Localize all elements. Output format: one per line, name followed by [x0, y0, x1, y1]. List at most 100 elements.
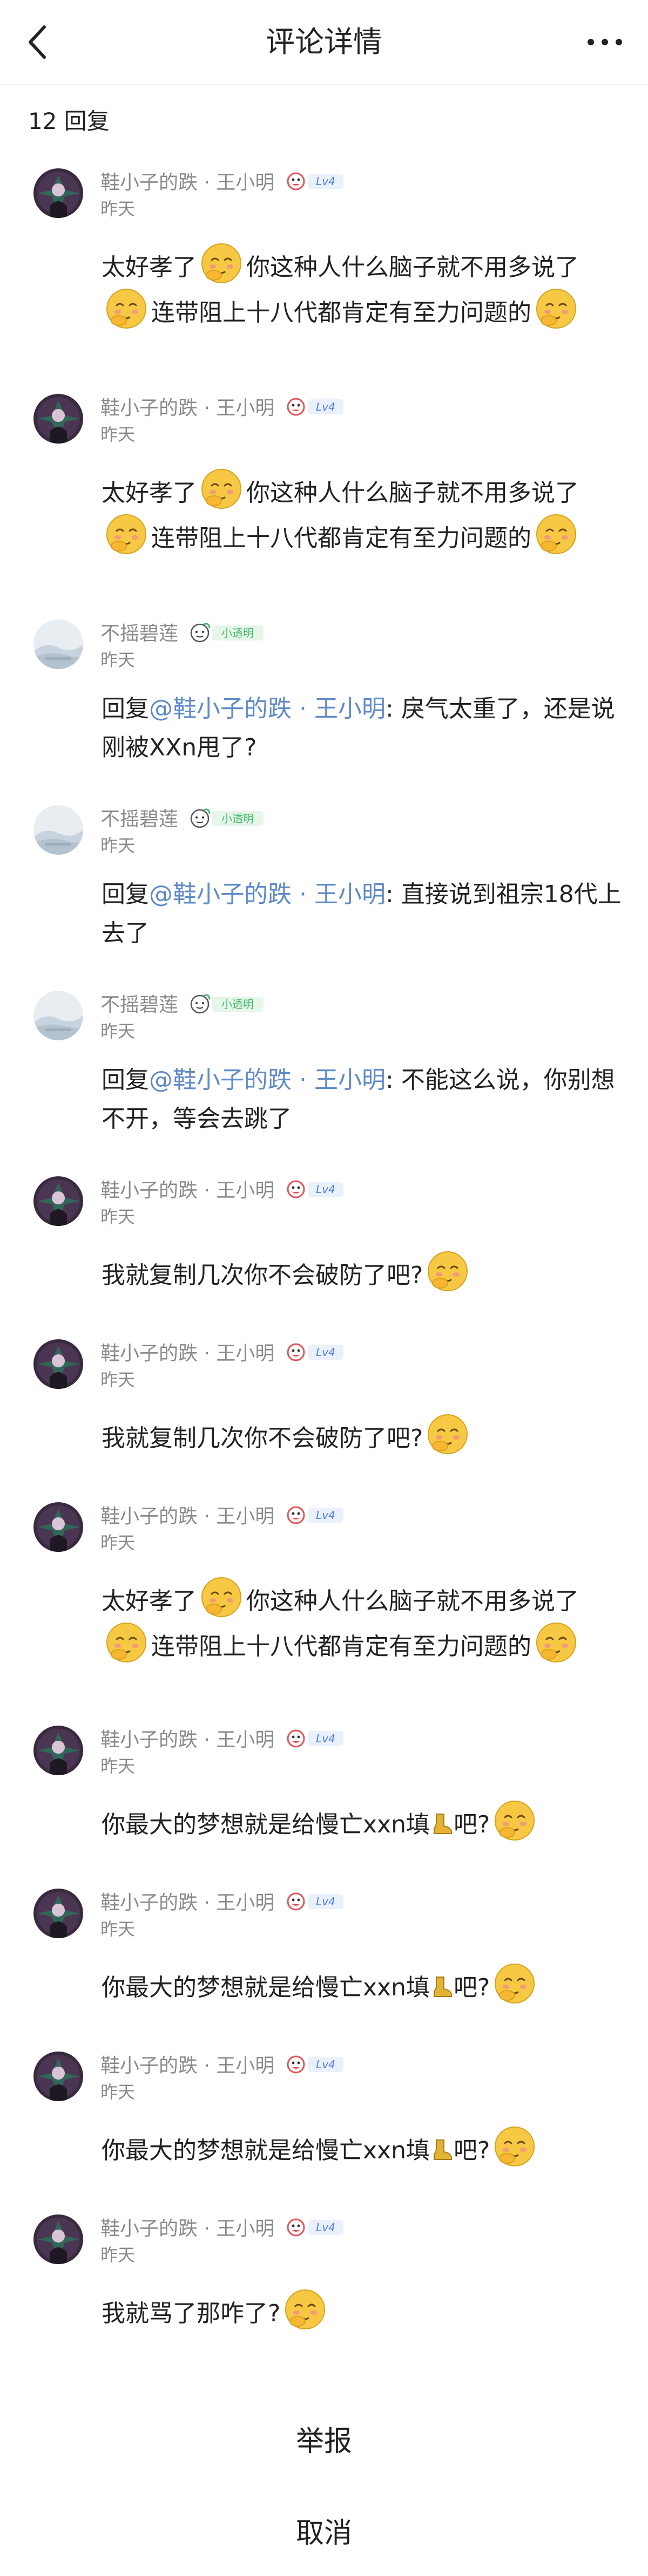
avatar[interactable]	[33, 805, 83, 855]
avatar[interactable]	[33, 2052, 83, 2101]
svg-text:Lv4: Lv4	[316, 1509, 335, 1522]
username[interactable]: 鞋小子的跌 · 王小明 Lv4	[100, 1505, 346, 1528]
content-text: 你这种人什么脑子就不用多说了	[246, 479, 579, 507]
level-badge: Lv4	[286, 1891, 346, 1912]
blush-emoji-icon	[535, 513, 578, 556]
svg-text:Lv4: Lv4	[316, 400, 335, 413]
avatar-image	[33, 168, 83, 218]
timestamp: 昨天	[100, 1756, 136, 1776]
content-text: 我就骂了那咋了?	[102, 2300, 281, 2327]
report-button[interactable]: 举报	[0, 2425, 648, 2458]
username[interactable]: 不摇碧莲 小透明	[100, 994, 266, 1017]
username[interactable]: 鞋小子的跌 · 王小明 Lv4	[100, 1180, 346, 1202]
reply-content: 太好孝了 你这种人什么脑子就不用多说了连带阻上十八代都肯定有至力问题的	[102, 242, 631, 332]
svg-text:Lv4: Lv4	[316, 2221, 335, 2234]
content-text: 吧?	[453, 1974, 490, 2001]
level-badge: Lv4	[286, 1178, 346, 1200]
timestamp: 昨天	[100, 1369, 136, 1390]
content-text: 你这种人什么脑子就不用多说了	[246, 254, 579, 281]
avatar[interactable]	[33, 619, 83, 669]
blush-emoji-icon	[200, 467, 243, 510]
svg-text:Lv4: Lv4	[316, 2058, 335, 2071]
mention-link[interactable]: @鞋小子的跌 · 王小明	[149, 1066, 386, 1094]
svg-text:Lv4: Lv4	[316, 1183, 335, 1196]
more-button[interactable]	[583, 31, 626, 53]
level-badge: Lv4	[286, 1341, 346, 1363]
content-text: 你这种人什么脑子就不用多说了	[246, 1587, 579, 1615]
reply-prefix: 回复	[102, 1066, 149, 1094]
content-text: 连带阻上十八代都肯定有至力问题的	[151, 299, 531, 326]
username-text: 鞋小子的跌 · 王小明	[100, 172, 275, 194]
svg-text:Lv4: Lv4	[316, 175, 335, 188]
level-badge: Lv4	[286, 171, 346, 192]
avatar-image	[33, 1176, 83, 1226]
avatar-image	[33, 2214, 83, 2264]
timestamp: 昨天	[100, 424, 136, 445]
username[interactable]: 鞋小子的跌 · 王小明 Lv4	[100, 397, 346, 420]
username-text: 鞋小子的跌 · 王小明	[100, 2218, 275, 2240]
boot-emoji-icon	[430, 1812, 454, 1836]
timestamp: 昨天	[100, 1919, 136, 1939]
avatar[interactable]	[33, 1726, 83, 1775]
xiaotouming-badge: 小透明	[190, 992, 266, 1015]
blush-emoji-icon	[426, 1413, 469, 1456]
blush-emoji-icon	[493, 1799, 536, 1842]
content-text: 我就复制几次你不会破防了吧?	[102, 1425, 423, 1452]
avatar[interactable]	[33, 991, 83, 1040]
content-text: 连带阻上十八代都肯定有至力问题的	[151, 524, 531, 552]
cancel-button[interactable]: 取消	[0, 2517, 648, 2550]
content-text: 我就复制几次你不会破防了吧?	[102, 1262, 423, 1289]
reply-content: 我就骂了那咋了?	[102, 2288, 631, 2333]
username-text: 不摇碧莲	[100, 994, 179, 1016]
blush-emoji-icon	[200, 242, 243, 285]
mention-link[interactable]: @鞋小子的跌 · 王小明	[149, 695, 386, 723]
blush-emoji-icon	[535, 1621, 578, 1664]
username[interactable]: 不摇碧莲 小透明	[100, 808, 266, 832]
xiaotouming-badge: 小透明	[190, 621, 266, 644]
username[interactable]: 鞋小子的跌 · 王小明 Lv4	[100, 2218, 346, 2240]
username[interactable]: 鞋小子的跌 · 王小明 Lv4	[100, 1342, 346, 1365]
content-text: 太好孝了	[102, 254, 197, 281]
svg-text:Lv4: Lv4	[316, 1346, 335, 1359]
avatar-image	[33, 394, 83, 444]
avatar-image	[33, 1889, 83, 1938]
avatar[interactable]	[33, 2214, 83, 2264]
username[interactable]: 鞋小子的跌 · 王小明 Lv4	[100, 172, 346, 194]
username-text: 鞋小子的跌 · 王小明	[100, 397, 275, 419]
svg-text:小透明: 小透明	[221, 812, 254, 825]
avatar[interactable]	[33, 168, 83, 218]
username-text: 鞋小子的跌 · 王小明	[100, 2055, 275, 2077]
svg-text:小透明: 小透明	[221, 626, 254, 639]
avatar[interactable]	[33, 394, 83, 444]
content-text: 连带阻上十八代都肯定有至力问题的	[151, 1633, 531, 1660]
level-badge: Lv4	[286, 2054, 346, 2075]
username[interactable]: 鞋小子的跌 · 王小明 Lv4	[100, 1892, 346, 1914]
level-badge: Lv4	[286, 2217, 346, 2238]
username-text: 鞋小子的跌 · 王小明	[100, 1342, 275, 1365]
reply-prefix: 回复	[102, 881, 149, 908]
more-dots-icon	[588, 39, 622, 45]
username[interactable]: 鞋小子的跌 · 王小明 Lv4	[100, 1729, 346, 1752]
timestamp: 昨天	[100, 1532, 136, 1553]
username[interactable]: 鞋小子的跌 · 王小明 Lv4	[100, 2055, 346, 2077]
avatar-image	[33, 991, 83, 1040]
avatar[interactable]	[33, 1889, 83, 1938]
timestamp: 昨天	[100, 1207, 136, 1227]
blush-emoji-icon	[200, 1576, 243, 1619]
avatar[interactable]	[33, 1502, 83, 1552]
username[interactable]: 不摇碧莲 小透明	[100, 623, 266, 646]
timestamp: 昨天	[100, 2245, 136, 2265]
username-text: 鞋小子的跌 · 王小明	[100, 1180, 275, 1202]
username-text: 不摇碧莲	[100, 623, 179, 645]
comment-detail-page: 评论详情 12 回复 鞋小子的跌 · 王小明 Lv4 昨天 太好孝了 你这种人什…	[0, 0, 648, 2576]
mention-link[interactable]: @鞋小子的跌 · 王小明	[149, 881, 386, 908]
content-text: 吧?	[453, 1811, 490, 1838]
avatar[interactable]	[33, 1176, 83, 1226]
avatar[interactable]	[33, 1339, 83, 1389]
reply-content: 你最大的梦想就是给慢亡xxn填 吧?	[102, 1799, 631, 1844]
timestamp: 昨天	[100, 650, 136, 670]
level-badge: Lv4	[286, 396, 346, 418]
level-badge: Lv4	[286, 1504, 346, 1526]
reply-content: 我就复制几次你不会破防了吧?	[102, 1413, 631, 1458]
reply-content: 我就复制几次你不会破防了吧?	[102, 1250, 631, 1295]
